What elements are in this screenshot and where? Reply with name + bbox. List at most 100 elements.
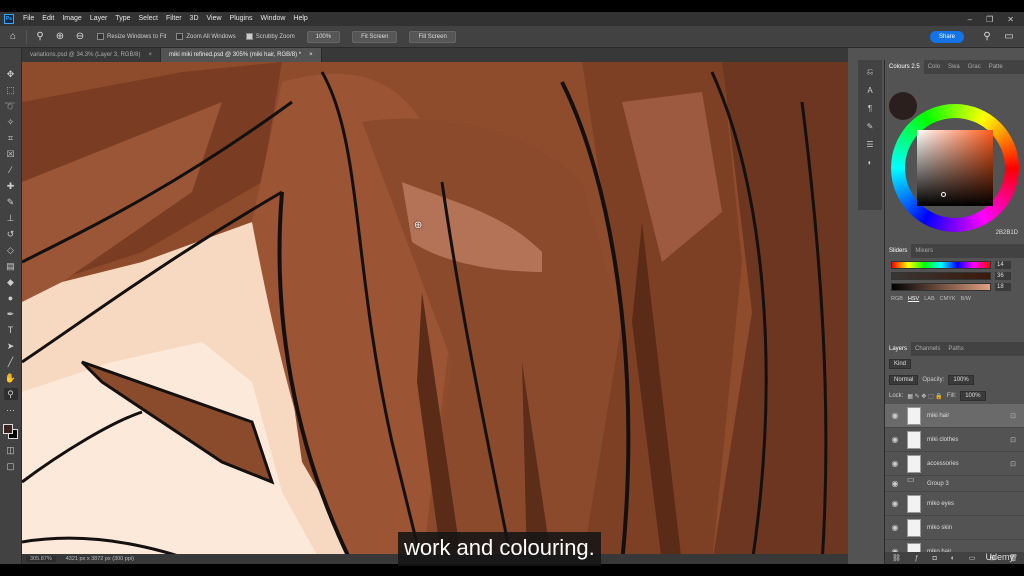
fit-screen-button[interactable]: Fit Screen (352, 30, 398, 43)
character-icon[interactable]: A (864, 84, 876, 96)
eraser-tool-icon[interactable]: ◇ (4, 244, 18, 256)
workspace-icon[interactable]: ▭ (1002, 30, 1016, 44)
visibility-eye-icon[interactable]: ◉ (889, 479, 901, 488)
stamp-tool-icon[interactable]: ⊥ (4, 212, 18, 224)
resize-windows-checkbox[interactable]: Resize Windows to Fit (97, 33, 166, 40)
brightness-slider[interactable] (891, 283, 991, 291)
layer-row[interactable]: ◉ miko skin (885, 516, 1024, 540)
hue-wheel[interactable] (891, 104, 1019, 232)
menu-layer[interactable]: Layer (86, 12, 112, 26)
home-icon[interactable]: ⌂ (6, 30, 20, 44)
more-tools-icon[interactable]: ··· (4, 404, 18, 416)
tab-close-icon[interactable]: × (309, 48, 313, 62)
zoom-level[interactable]: 305.87% (26, 556, 56, 562)
layer-name[interactable]: miki hair (927, 413, 949, 419)
history-icon[interactable]: ⎌ (864, 66, 876, 78)
tab-sliders[interactable]: Sliders (885, 244, 912, 258)
brush-settings-icon[interactable]: ✎ (864, 120, 876, 132)
restore-icon[interactable]: ❐ (986, 15, 993, 24)
brightness-value[interactable]: 18 (995, 283, 1011, 291)
zoom-100-button[interactable]: 100% (306, 30, 341, 43)
layer-name[interactable]: miko eyes (927, 501, 954, 507)
menu-select[interactable]: Select (135, 12, 162, 26)
new-group-icon[interactable]: ▭ (969, 554, 976, 562)
visibility-eye-icon[interactable]: ◉ (889, 523, 901, 532)
zoom-tool-icon[interactable]: ⚲ (33, 30, 47, 44)
zoom-in-icon[interactable]: ⊕ (53, 30, 67, 44)
fill-input[interactable]: 100% (960, 391, 986, 401)
tab-paths[interactable]: Paths (944, 342, 967, 356)
mode-lab[interactable]: LAB (924, 296, 934, 302)
pen-tool-icon[interactable]: ✒ (4, 308, 18, 320)
visibility-eye-icon[interactable]: ◉ (889, 459, 901, 468)
tab-coolorus[interactable]: Colours 2.5 (885, 60, 924, 74)
zoom-out-icon[interactable]: ⊖ (73, 30, 87, 44)
quick-mask-icon[interactable]: ◫ (4, 444, 18, 456)
layer-kind-filter[interactable]: Kind (889, 359, 912, 369)
document-dimensions[interactable]: 4321 px x 3872 px (300 ppi) (66, 556, 134, 562)
paragraph-icon[interactable]: ¶ (864, 102, 876, 114)
lasso-tool-icon[interactable]: ➰ (4, 100, 18, 112)
frame-tool-icon[interactable]: ☒ (4, 148, 18, 160)
zoom-all-windows-checkbox[interactable]: Zoom All Windows (176, 33, 236, 40)
document-canvas[interactable]: ⊕ (22, 62, 848, 564)
menu-edit[interactable]: Edit (38, 12, 58, 26)
tab-color[interactable]: Colo (924, 60, 944, 74)
adjustment-layer-icon[interactable]: ◐ (951, 555, 955, 562)
tab-layers[interactable]: Layers (885, 342, 912, 356)
fx-icon[interactable]: ƒ (915, 555, 919, 562)
layer-row[interactable]: ◉ miki clothes ⊡ (885, 428, 1024, 452)
history-brush-tool-icon[interactable]: ↺ (4, 228, 18, 240)
tab-channels[interactable]: Channels (911, 342, 944, 356)
layer-name[interactable]: accessories (927, 461, 959, 467)
menu-type[interactable]: Type (111, 12, 134, 26)
layer-name[interactable]: miki clothes (927, 437, 958, 443)
menu-3d[interactable]: 3D (186, 12, 203, 26)
hex-value[interactable]: 2B2B1D (996, 230, 1018, 236)
layer-group-row[interactable]: ◉ ▭ Group 3 (885, 475, 1024, 492)
close-icon[interactable]: ✕ (1007, 15, 1014, 24)
checkbox-box[interactable] (176, 33, 184, 40)
properties-icon[interactable]: ☰ (864, 138, 876, 150)
hue-value[interactable]: 14 (995, 261, 1011, 269)
menu-file[interactable]: File (19, 12, 38, 26)
foreground-color-swatch[interactable] (2, 424, 13, 434)
layer-name[interactable]: miko skin (927, 525, 952, 531)
saturation-value[interactable]: 36 (995, 272, 1011, 280)
saturation-slider[interactable] (891, 272, 991, 280)
dodge-tool-icon[interactable]: ● (4, 292, 18, 304)
saturation-value-square[interactable] (917, 130, 993, 206)
blur-tool-icon[interactable]: ◆ (4, 276, 18, 288)
group-name[interactable]: Group 3 (927, 481, 949, 487)
mode-bw[interactable]: B/W (961, 296, 971, 302)
visibility-eye-icon[interactable]: ◉ (889, 411, 901, 420)
link-layers-icon[interactable]: ⛓ (892, 554, 901, 562)
adjustments-icon[interactable]: ◐ (864, 156, 876, 168)
layer-row[interactable]: ◉ miki hair ⊡ (885, 404, 1024, 428)
tab-variations[interactable]: variations.psd @ 34.3% (Layer 3, RGB/8) … (22, 48, 161, 62)
menu-help[interactable]: Help (289, 12, 311, 26)
checkbox-box[interactable] (245, 33, 253, 40)
visibility-eye-icon[interactable]: ◉ (889, 435, 901, 444)
menu-view[interactable]: View (203, 12, 226, 26)
eyedropper-tool-icon[interactable]: ⁄ (4, 164, 18, 176)
move-tool-icon[interactable]: ✥ (4, 68, 18, 80)
menu-plugins[interactable]: Plugins (226, 12, 257, 26)
share-button[interactable]: Share (929, 30, 964, 43)
tab-gradients[interactable]: Grac (964, 60, 985, 74)
tab-miki-refined[interactable]: miki miki refined.psd @ 305% (miki hair,… (161, 48, 322, 62)
tab-mixers[interactable]: Mixers (911, 244, 937, 258)
layer-row[interactable]: ◉ accessories ⊡ (885, 452, 1024, 476)
mode-rgb[interactable]: RGB (891, 296, 903, 302)
minimize-icon[interactable]: – (968, 15, 972, 24)
color-swatches[interactable] (2, 424, 19, 440)
healing-tool-icon[interactable]: ✚ (4, 180, 18, 192)
screen-mode-icon[interactable]: ▢ (4, 460, 18, 472)
path-selection-tool-icon[interactable]: ➤ (4, 340, 18, 352)
layer-row[interactable]: ◉ miko eyes (885, 492, 1024, 516)
brush-tool-icon[interactable]: ✎ (4, 196, 18, 208)
tab-patterns[interactable]: Patte (985, 60, 1007, 74)
mask-icon[interactable]: ◘ (933, 555, 937, 562)
current-color-swatch[interactable] (889, 92, 917, 120)
crop-tool-icon[interactable]: ⌗ (4, 132, 18, 144)
